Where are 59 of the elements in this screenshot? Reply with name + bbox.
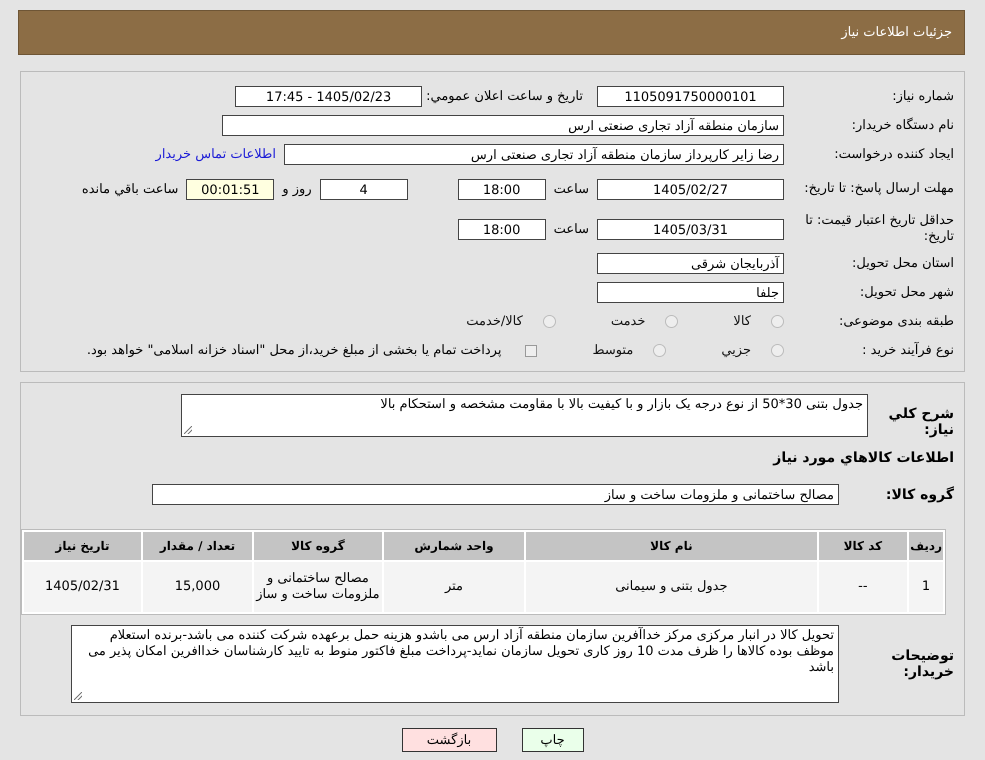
header-title: جزئیات اطلاعات نیاز (841, 25, 952, 40)
table-cell: -- (818, 562, 908, 612)
time-label: ساعت (554, 222, 589, 236)
deadline-time-field: 18:00 (458, 178, 546, 200)
process-radio[interactable]: متوسط (592, 343, 666, 358)
table-cell: 15,000 (142, 562, 252, 612)
column-header: ردیف (909, 532, 943, 560)
need-number-field: 1105091750000101 (597, 86, 784, 107)
table-cell: جدول بتنی و سیمانی (526, 562, 817, 612)
buyer-field: سازمان منطقه آزاد تجاری صنعتی ارس (222, 115, 784, 136)
action-button[interactable]: بازگشت (402, 728, 496, 752)
field-label: طبقه بندی موضوعی: (838, 314, 954, 330)
validity-time-field: 18:00 (458, 218, 546, 240)
column-header: نام کالا (526, 532, 817, 560)
category-radio[interactable]: خدمت (610, 314, 678, 329)
deadline-date-field: 1405/02/27 (597, 178, 784, 200)
field-label: ایجاد کننده درخواست: (833, 146, 954, 162)
field-label: توضیحات خریدار: (890, 648, 954, 680)
field-label: گروه کالا: (884, 486, 954, 502)
resize-grip-icon (74, 692, 82, 700)
field-label: نام دستگاه خریدار: (850, 118, 954, 134)
buyer-notes-field: تحویل کالا در انبار مرکزی مرکز خداآفرین سازمان منطقه آزاد ارس می باشدو هزینه حمل برعهده شرکت کننده می باشد-برنده استعلام موظف بوده کالاها را ظرف مدت 10 روز کاری تحویل سازمان نماید-پرداخت مبلغ فاکتور منوط به تایید کارشناسان خداافرین امکان پذیر می باشد (71, 625, 839, 703)
days-label: روز و (282, 182, 312, 196)
city-field: جلفا (597, 282, 784, 303)
creator-field: رضا زایر کارپرداز سازمان منطقه آزاد تجاری صنعتی ارس (284, 144, 784, 165)
resize-grip-icon (184, 426, 192, 434)
goods-group-field: مصالح ساختمانی و ملزومات ساخت و ساز (152, 484, 839, 505)
buyer-contact-link[interactable]: اطلاعات تماس خریدار (156, 147, 276, 162)
field-label: مهلت ارسال پاسخ: تا تاریخ: (803, 181, 954, 197)
table-cell: مصالح ساختمانی و ملزومات ساخت و ساز (254, 562, 382, 612)
column-header: گروه کالا (254, 532, 382, 560)
field-label: استان محل تحویل: (851, 256, 954, 272)
category-radio[interactable]: کالا (733, 314, 784, 329)
field-label: شهر محل تحویل: (858, 284, 954, 300)
description-field: جدول بتنی 30*50 از نوع درجه یک بازار و با کیفیت بالا با مقاومت مشخصه و استحکام بالا (181, 394, 868, 437)
treasury-checkbox[interactable]: پرداخت تمام یا بخشی از مبلغ خرید،از محل "اسناد خزانه اسلامی" خواهد بود. (86, 343, 538, 358)
field-label: نوع فرآیند خرید : (861, 342, 954, 358)
announce-date-field: 1405/02/23 - 17:45 (235, 86, 422, 107)
field-label: شماره نیاز: (891, 88, 954, 104)
table-cell: 1 (909, 562, 943, 612)
table-cell: 1405/02/31 (24, 562, 141, 612)
category-radio[interactable]: کالا/خدمت (466, 314, 556, 329)
days-field: 4 (320, 178, 408, 200)
field-label: حداقل تاریخ اعتبار قیمت: تا تاریخ: (804, 213, 954, 245)
process-radio[interactable]: جزيي (721, 343, 784, 358)
province-field: آذربایجان شرقی (597, 253, 784, 274)
column-header: تعداد / مقدار (142, 532, 252, 560)
section-title: اطلاعات کالاهاي مورد نیاز (772, 449, 955, 468)
action-button[interactable]: چاپ (522, 728, 584, 752)
table-cell: متر (384, 562, 524, 612)
field-label: شرح کلي نیاز: (888, 406, 954, 438)
validity-date-field: 1405/03/31 (597, 218, 784, 240)
column-header: تاریخ نیاز (24, 532, 141, 560)
field-label: تاریخ و ساعت اعلان عمومي: (426, 89, 583, 104)
remaining-time-field: 00:01:51 (186, 178, 274, 200)
remaining-label: ساعت باقي مانده (82, 182, 178, 196)
column-header: کد کالا (818, 532, 908, 560)
time-label: ساعت (554, 182, 589, 196)
column-header: واحد شمارش (384, 532, 524, 560)
